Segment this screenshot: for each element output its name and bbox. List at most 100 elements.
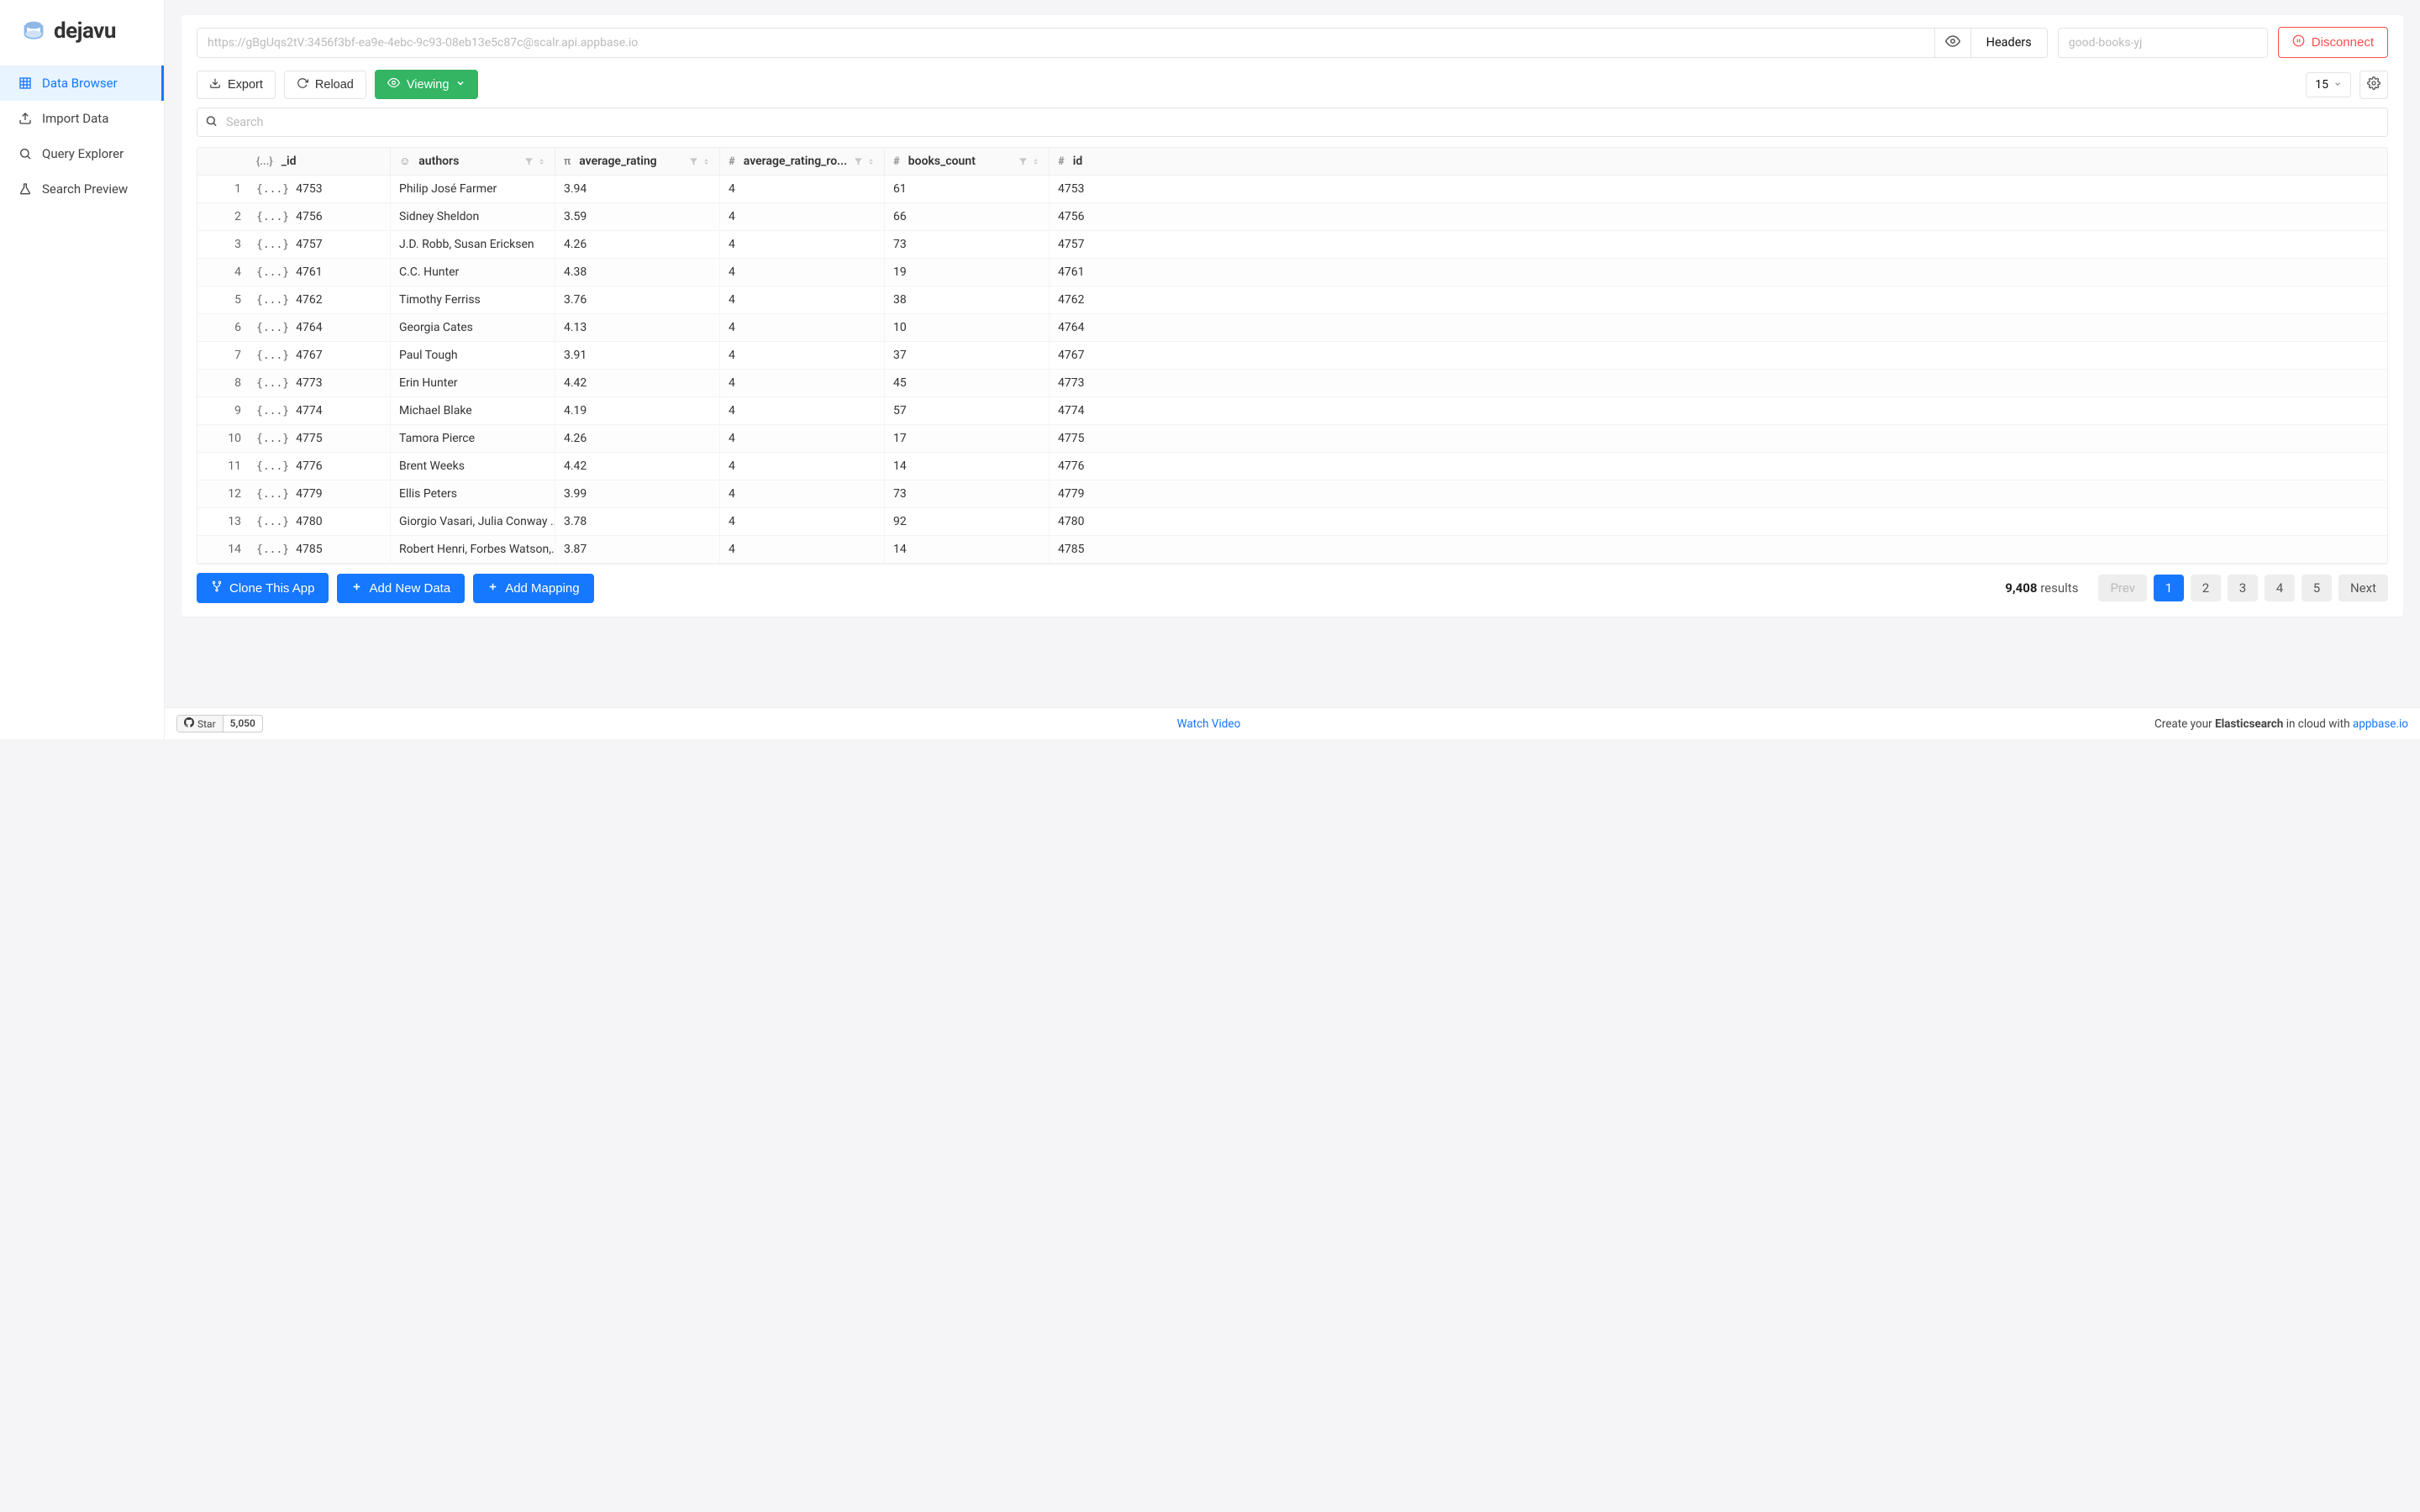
table-row[interactable]: 12{...}4779Ellis Peters3.994734779 <box>197 480 2387 508</box>
table-row[interactable]: 3{...}4757J.D. Robb, Susan Ericksen4.264… <box>197 231 2387 259</box>
sidebar-item-query-explorer[interactable]: Query Explorer <box>0 136 164 171</box>
col-header-average_rating_rounded[interactable]: # average_rating_ro... <box>720 148 885 175</box>
cell-average_rating_rounded: 4 <box>720 536 885 563</box>
page-2[interactable]: 2 <box>2191 575 2221 601</box>
cell-id: 4761 <box>1050 259 1134 286</box>
reveal-password-button[interactable] <box>1934 28 1971 58</box>
cell-average_rating_rounded: 4 <box>720 231 885 258</box>
fork-icon <box>211 580 223 596</box>
col-header-average_rating[interactable]: π average_rating <box>555 148 720 175</box>
nav-label: Query Explorer <box>42 146 124 161</box>
connection-url-input[interactable] <box>197 28 1934 58</box>
export-button[interactable]: Export <box>197 71 276 99</box>
col-controls[interactable] <box>1018 157 1040 166</box>
cell-books_count: 73 <box>885 231 1050 258</box>
col-controls[interactable] <box>689 157 711 166</box>
page-1[interactable]: 1 <box>2154 575 2184 601</box>
cell-rownum: 13 <box>197 508 248 535</box>
cell-books_count: 61 <box>885 176 1050 202</box>
sidebar-item-data-browser[interactable]: Data Browser <box>0 66 164 101</box>
table-row[interactable]: 5{...}4762Timothy Ferriss3.764384762 <box>197 286 2387 314</box>
cell-_id: {...}4774 <box>248 397 391 424</box>
table-row[interactable]: 9{...}4774Michael Blake4.194574774 <box>197 397 2387 425</box>
table-row[interactable]: 13{...}4780Giorgio Vasari, Julia Conway … <box>197 508 2387 536</box>
table-row[interactable]: 8{...}4773Erin Hunter4.424454773 <box>197 370 2387 397</box>
filter-icon <box>1018 157 1028 166</box>
url-group: Headers <box>197 28 2048 58</box>
col-label: authors <box>418 155 459 168</box>
col-header-id[interactable]: # id <box>1050 148 1134 175</box>
index-name-input[interactable] <box>2058 28 2268 58</box>
cell-id: 4780 <box>1050 508 1134 535</box>
main: Headers Disconnect Export Reload <box>165 0 2420 739</box>
page-prev[interactable]: Prev <box>2098 575 2147 601</box>
disconnect-button[interactable]: Disconnect <box>2278 27 2388 58</box>
brand-name: dejavu <box>54 18 116 44</box>
table-header-row: {...} _id ☺ authors π average_rating <box>197 148 2387 176</box>
cell-rownum: 8 <box>197 370 248 396</box>
cell-average_rating: 4.42 <box>555 370 720 396</box>
cell-average_rating_rounded: 4 <box>720 286 885 313</box>
table-row[interactable]: 7{...}4767Paul Tough3.914374767 <box>197 342 2387 370</box>
cell-_id: {...}4775 <box>248 425 391 452</box>
col-label: average_rating <box>579 155 656 168</box>
cell-average_rating_rounded: 4 <box>720 176 885 202</box>
cell-id: 4779 <box>1050 480 1134 507</box>
cell-average_rating_rounded: 4 <box>720 425 885 452</box>
cell-average_rating_rounded: 4 <box>720 397 885 424</box>
col-header-_id[interactable]: {...} _id <box>248 148 391 175</box>
page-next[interactable]: Next <box>2338 575 2388 601</box>
cell-average_rating_rounded: 4 <box>720 203 885 230</box>
results-number: 9,408 <box>2005 580 2037 596</box>
table-row[interactable]: 6{...}4764Georgia Cates4.134104764 <box>197 314 2387 342</box>
watch-video-link[interactable]: Watch Video <box>1177 717 1241 731</box>
cell-_id: {...}4757 <box>248 231 391 258</box>
table-row[interactable]: 14{...}4785Robert Henri, Forbes Watson,.… <box>197 536 2387 564</box>
col-header-authors[interactable]: ☺ authors <box>391 148 555 175</box>
page-size-select[interactable]: 15 <box>2306 72 2351 97</box>
cell-books_count: 57 <box>885 397 1050 424</box>
reload-button[interactable]: Reload <box>284 71 366 99</box>
headers-button[interactable]: Headers <box>1971 28 2048 58</box>
table-row[interactable]: 10{...}4775Tamora Pierce4.264174775 <box>197 425 2387 453</box>
results-suffix: results <box>2040 580 2078 596</box>
add-data-label: Add New Data <box>369 581 450 596</box>
page-3[interactable]: 3 <box>2228 575 2258 601</box>
search-input[interactable] <box>197 108 2388 137</box>
table-row[interactable]: 11{...}4776Brent Weeks4.424144776 <box>197 453 2387 480</box>
col-controls[interactable] <box>524 157 546 166</box>
cell-authors: Philip José Farmer <box>391 176 555 202</box>
table-row[interactable]: 4{...}4761C.C. Hunter4.384194761 <box>197 259 2387 286</box>
add-data-button[interactable]: Add New Data <box>337 574 465 603</box>
star-count[interactable]: 5,050 <box>224 716 262 732</box>
viewing-mode-button[interactable]: Viewing <box>375 70 479 99</box>
sort-icon <box>866 157 876 166</box>
star-button[interactable]: Star <box>177 716 224 732</box>
page-4[interactable]: 4 <box>2265 575 2295 601</box>
dejavu-logo-icon <box>22 19 45 43</box>
appbase-link[interactable]: appbase.io <box>2353 717 2408 731</box>
sidebar-item-search-preview[interactable]: Search Preview <box>0 171 164 207</box>
cell-id: 4775 <box>1050 425 1134 452</box>
footer: Star 5,050 Watch Video Create your Elast… <box>165 707 2420 739</box>
col-controls[interactable] <box>854 157 876 166</box>
table-row[interactable]: 2{...}4756Sidney Sheldon3.594664756 <box>197 203 2387 231</box>
table-row[interactable]: 1{...}4753Philip José Farmer3.944614753 <box>197 176 2387 203</box>
clone-app-button[interactable]: Clone This App <box>197 573 329 603</box>
col-header-books_count[interactable]: # books_count <box>885 148 1050 175</box>
sidebar-item-import-data[interactable]: Import Data <box>0 101 164 136</box>
sort-icon <box>537 157 546 166</box>
viewing-label: Viewing <box>407 78 450 92</box>
github-star-widget[interactable]: Star 5,050 <box>176 715 263 732</box>
float-type-icon: π <box>564 155 571 168</box>
cell-rownum: 4 <box>197 259 248 286</box>
filter-icon <box>524 157 534 166</box>
page-5[interactable]: 5 <box>2302 575 2332 601</box>
json-badge-icon: {...} <box>256 183 289 196</box>
json-type-icon: {...} <box>256 155 273 168</box>
action-bar: Export Reload Viewing 15 <box>197 70 2388 99</box>
cell-id: 4773 <box>1050 370 1134 396</box>
add-mapping-button[interactable]: Add Mapping <box>473 574 593 603</box>
cell-id: 4756 <box>1050 203 1134 230</box>
settings-button[interactable] <box>2360 71 2388 99</box>
